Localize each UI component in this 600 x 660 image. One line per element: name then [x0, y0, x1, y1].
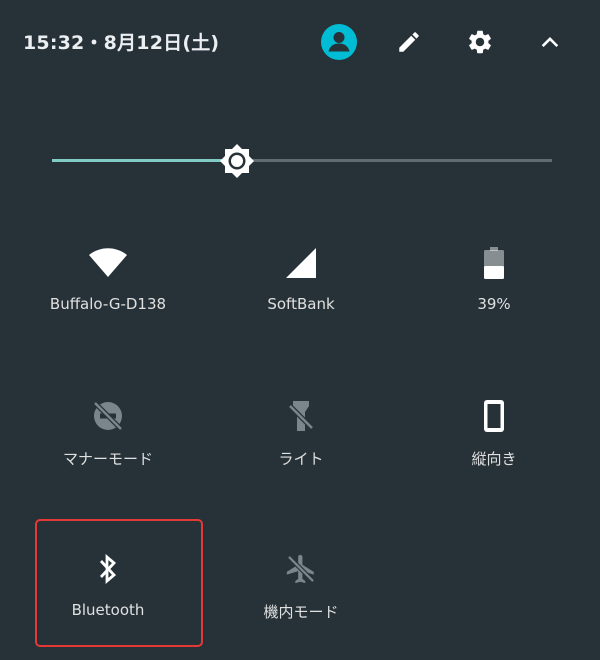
- highlight-box: [35, 519, 203, 647]
- flashlight-off-icon: [287, 401, 315, 431]
- tile-airplane-mode[interactable]: 機内モード: [201, 549, 401, 659]
- tile-orientation-label: 縦向き: [471, 450, 517, 468]
- tile-cellular-label: SoftBank: [267, 295, 335, 313]
- brightness-fill: [52, 159, 237, 162]
- battery-icon: [484, 247, 504, 279]
- gear-icon: [469, 30, 491, 54]
- tile-orientation[interactable]: 縦向き: [394, 396, 594, 506]
- do-not-disturb-off-icon: [92, 400, 124, 432]
- brightness-thumb[interactable]: [218, 142, 256, 180]
- settings-button[interactable]: [460, 22, 500, 62]
- brightness-slider[interactable]: [52, 140, 552, 182]
- tile-flashlight-label: ライト: [278, 450, 324, 468]
- chevron-up-icon: [541, 36, 559, 48]
- tile-cellular[interactable]: SoftBank: [201, 243, 401, 353]
- datetime-label: 15:32・8月12日(土): [23, 32, 220, 54]
- account-circle-icon: [321, 24, 357, 60]
- tile-airplane-mode-label: 機内モード: [263, 603, 339, 621]
- quick-settings-header: 15:32・8月12日(土): [0, 0, 600, 80]
- tile-wifi-label: Buffalo-G-D138: [49, 295, 167, 313]
- portrait-orientation-icon: [484, 400, 504, 432]
- pencil-icon: [399, 32, 419, 52]
- wifi-icon: [89, 248, 127, 277]
- brightness-icon: [220, 144, 254, 178]
- tile-battery-label: 39%: [477, 295, 511, 313]
- tile-wifi[interactable]: Buffalo-G-D138: [8, 243, 208, 353]
- airplane-mode-icon: [286, 554, 316, 584]
- cell-signal-icon: [286, 248, 316, 278]
- tile-flashlight[interactable]: ライト: [201, 396, 401, 506]
- tile-do-not-disturb-label: マナーモード: [62, 450, 153, 468]
- collapse-button[interactable]: [530, 22, 570, 62]
- tile-do-not-disturb[interactable]: マナーモード: [8, 396, 208, 506]
- tile-battery[interactable]: 39%: [394, 243, 594, 353]
- account-button[interactable]: [319, 22, 359, 62]
- edit-button[interactable]: [389, 22, 429, 62]
